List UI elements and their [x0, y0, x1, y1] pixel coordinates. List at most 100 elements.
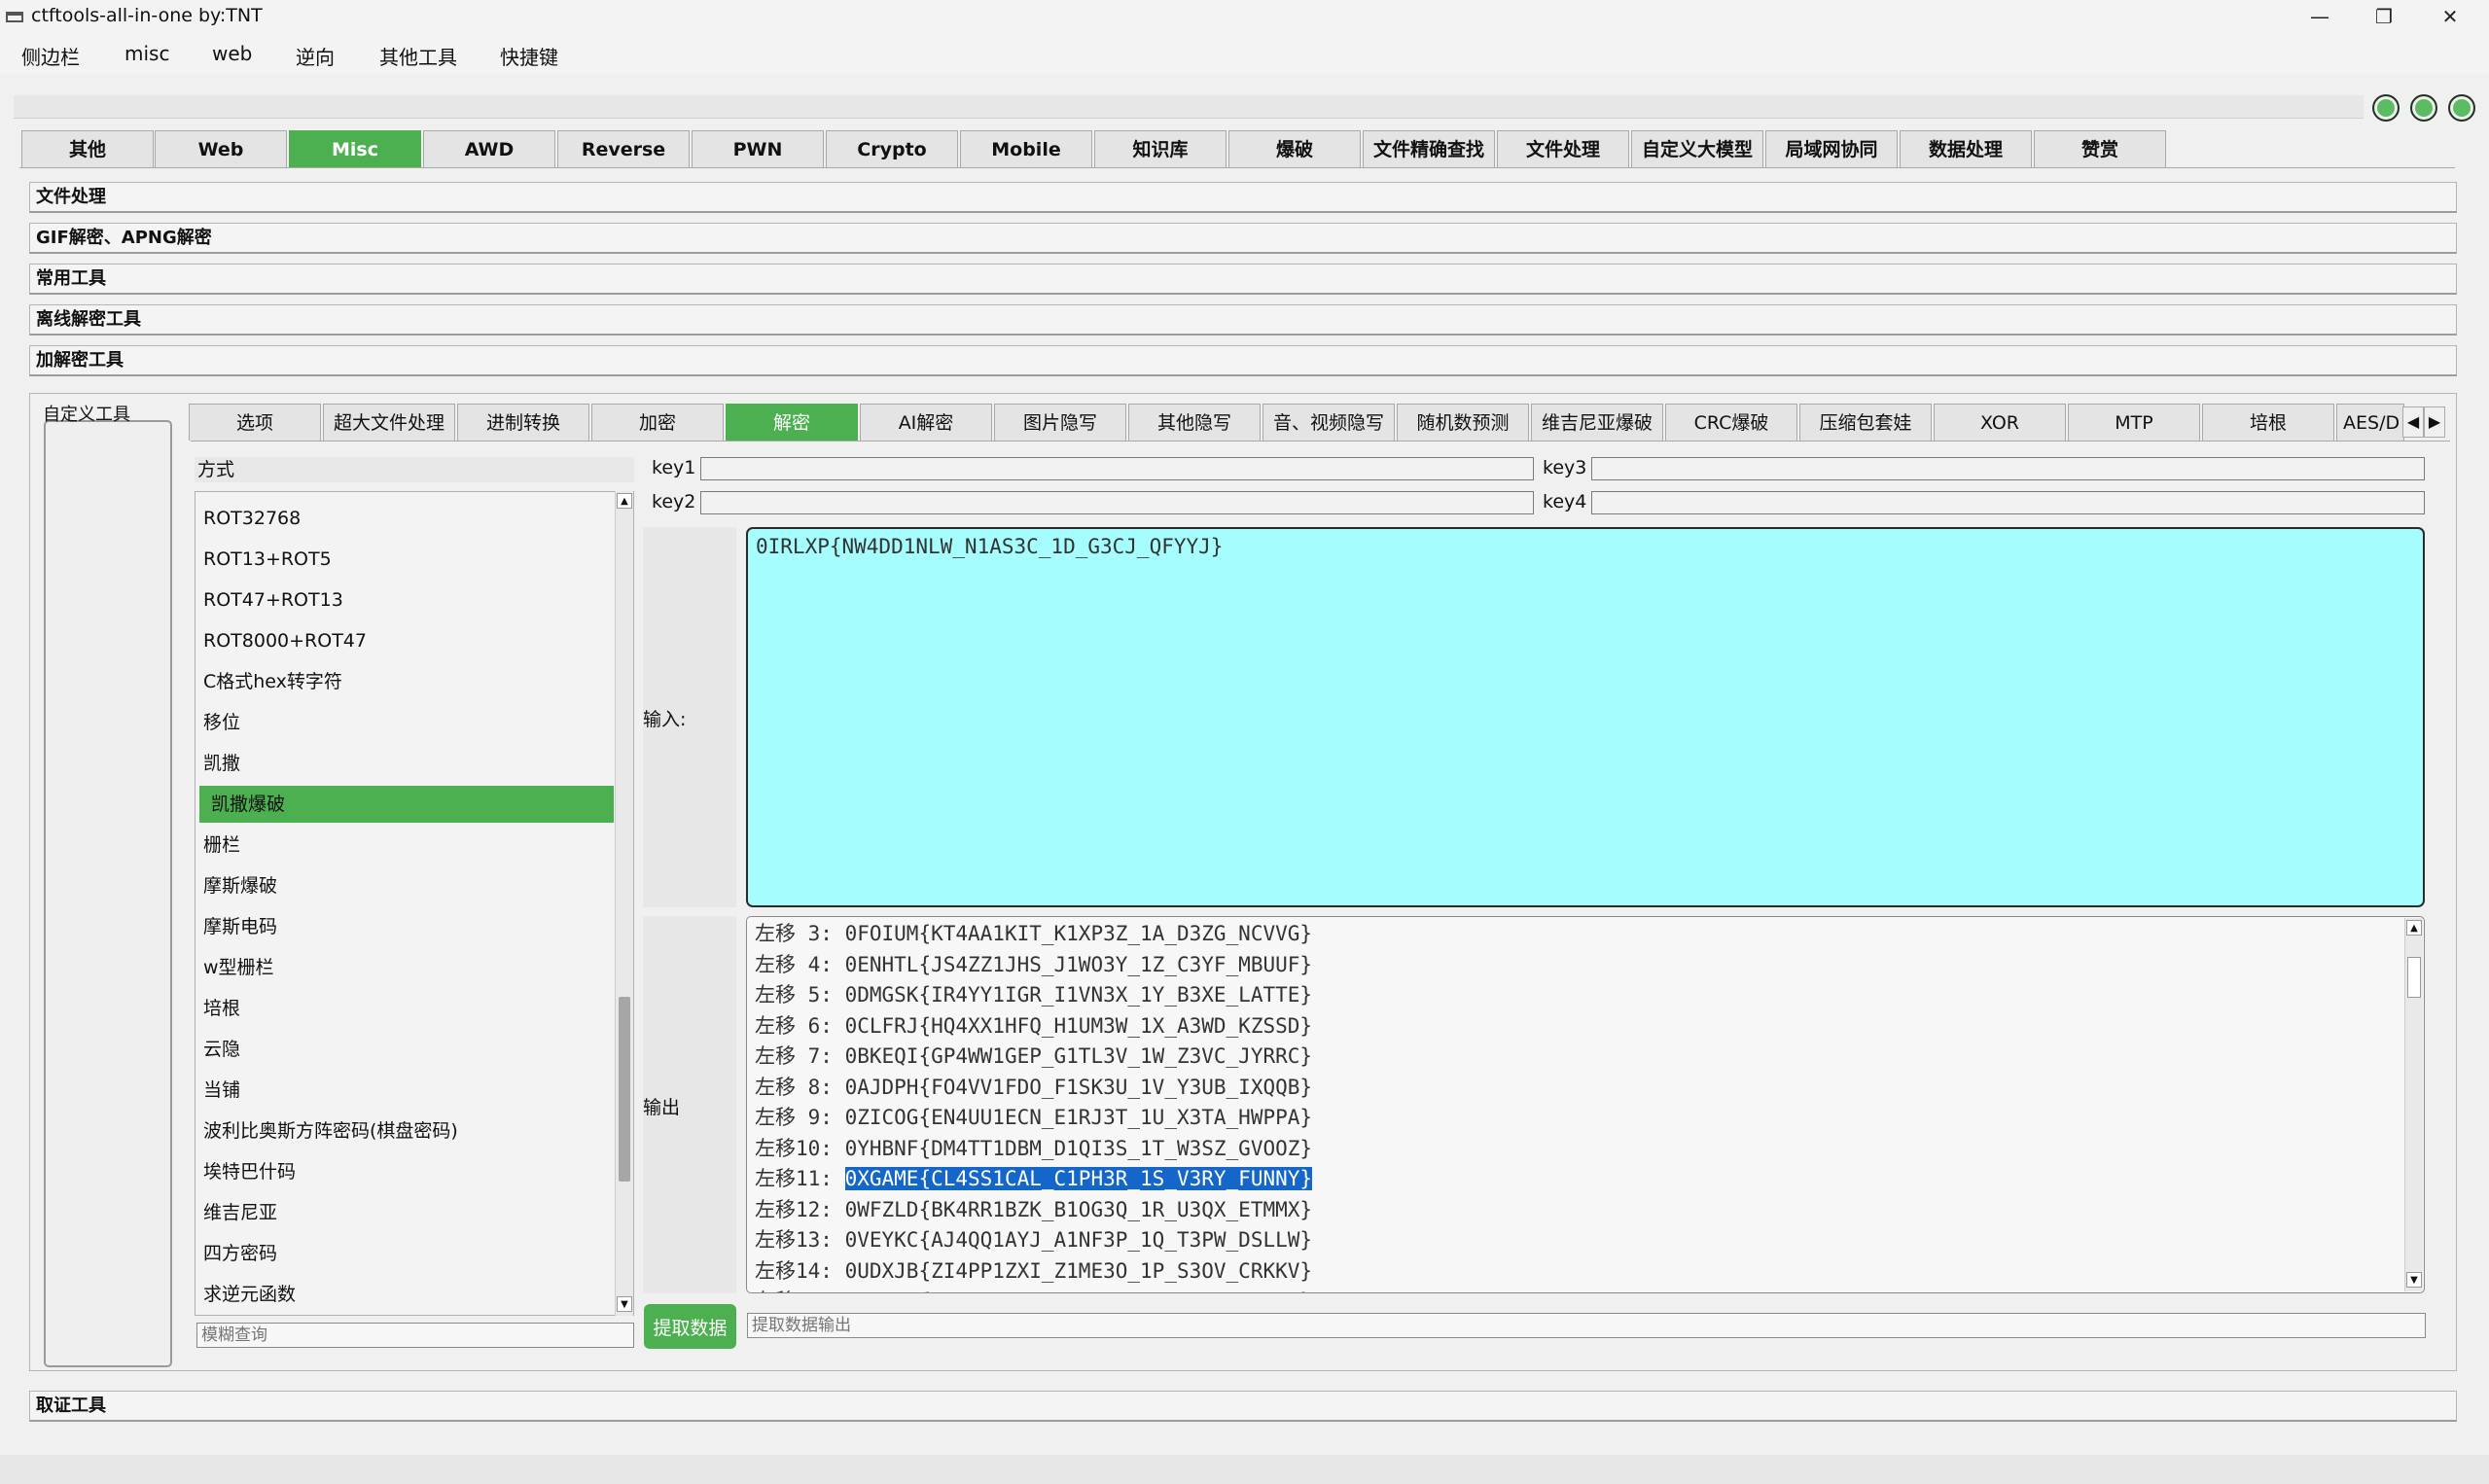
output-line-value: 0ZICOG{EN4UU1ECN_E1RJ3T_1U_X3TA_HWPPA} [844, 1106, 1313, 1129]
close-button[interactable]: ✕ [2420, 0, 2480, 35]
status-circle-icon[interactable] [2372, 94, 2400, 122]
output-line-value: 0XGAME{CL4SS1CAL_C1PH3R_1S_V3RY_FUNNY} [844, 1167, 1313, 1190]
method-item[interactable]: 凯撒 [199, 745, 614, 782]
method-list[interactable]: ROT32768 ROT13+ROT5 ROT47+ROT13 ROT8000+… [195, 491, 634, 1316]
section-common-tools[interactable]: 常用工具 [29, 264, 2457, 295]
extract-output-field[interactable] [747, 1313, 2426, 1338]
sub-tab[interactable]: 音、视频隐写 [1262, 404, 1395, 441]
sub-tab[interactable]: 维吉尼亚爆破 [1531, 404, 1663, 441]
method-item[interactable]: 摩斯电码 [199, 908, 614, 945]
key4-input[interactable] [1591, 491, 2425, 514]
sub-tab[interactable]: 超大文件处理 [323, 404, 455, 441]
sub-tab[interactable]: 图片隐写 [994, 404, 1126, 441]
scroll-up-icon[interactable]: ▲ [2406, 920, 2422, 936]
main-tab[interactable]: 数据处理 [1900, 130, 2032, 167]
main-tab[interactable]: Reverse [557, 130, 690, 167]
scroll-up-icon[interactable]: ▲ [617, 493, 632, 509]
menu-misc[interactable]: misc [124, 42, 169, 65]
method-item[interactable]: 求逆元函数 [199, 1276, 614, 1313]
main-tab[interactable]: 知识库 [1094, 130, 1227, 167]
sub-tab[interactable]: 进制转换 [457, 404, 589, 441]
sub-tab[interactable]: MTP [2068, 404, 2200, 441]
restore-button[interactable]: ❐ [2354, 0, 2414, 35]
sub-tab[interactable]: 加密 [591, 404, 724, 441]
method-item[interactable]: 摩斯爆破 [199, 867, 614, 904]
method-item[interactable]: 四方密码 [199, 1235, 614, 1272]
section-gif-apng[interactable]: GIF解密、APNG解密 [29, 223, 2457, 254]
sub-tab[interactable]: AES/D [2336, 404, 2404, 441]
sub-tab[interactable]: 选项 [189, 404, 321, 441]
sub-tab[interactable]: 培根 [2202, 404, 2334, 441]
scroll-down-icon[interactable]: ▼ [617, 1296, 632, 1312]
method-item[interactable]: 维吉尼亚 [199, 1194, 614, 1231]
section-crypto-tools[interactable]: 加解密工具 [29, 345, 2457, 376]
output-scrollbar[interactable]: ▲ ▼ [2404, 918, 2423, 1291]
menu-shortcuts[interactable]: 快捷键 [500, 42, 558, 70]
main-tab[interactable]: Mobile [960, 130, 1092, 167]
sub-tab[interactable]: CRC爆破 [1665, 404, 1797, 441]
tab-scroll-left-icon[interactable]: ◀ [2402, 406, 2424, 438]
section-file-processing[interactable]: 文件处理 [29, 182, 2457, 213]
key3-input[interactable] [1591, 457, 2425, 480]
custom-tools-sidebar[interactable] [44, 420, 172, 1367]
key2-input[interactable] [700, 491, 1534, 514]
status-circle-icon[interactable] [2448, 94, 2475, 122]
output-textarea[interactable]: 左移 3: 0FOIUM{KT4AA1KIT_K1XP3Z_1A_D3ZG_NC… [746, 916, 2425, 1293]
extract-data-button[interactable]: 提取数据 [644, 1304, 736, 1349]
section-offline-decrypt[interactable]: 离线解密工具 [29, 304, 2457, 336]
sub-tab[interactable]: 解密 [726, 404, 858, 441]
main-tab[interactable]: Misc [289, 130, 421, 167]
main-tab[interactable]: Web [155, 130, 287, 167]
status-circle-icon[interactable] [2410, 94, 2437, 122]
method-item[interactable]: 移位 [199, 704, 614, 741]
output-line: 左移12: 0WFZLD{BK4RR1BZK_B1OG3Q_1R_U3QX_ET… [755, 1195, 1312, 1225]
method-item[interactable]: 云隐 [199, 1031, 614, 1068]
method-item[interactable]: ROT13+ROT5 [199, 541, 614, 578]
scroll-down-icon[interactable]: ▼ [2406, 1272, 2422, 1288]
menu-reverse[interactable]: 逆向 [296, 42, 335, 70]
menu-web[interactable]: web [212, 42, 252, 65]
method-item[interactable]: w型栅栏 [199, 949, 614, 986]
output-line: 左移 9: 0ZICOG{EN4UU1ECN_E1RJ3T_1U_X3TA_HW… [755, 1103, 1312, 1133]
method-list-scrollbar[interactable]: ▲ ▼ [615, 491, 633, 1316]
scrollbar-thumb[interactable] [2407, 957, 2421, 998]
tab-scroll-right-icon[interactable]: ▶ [2424, 406, 2445, 438]
method-item[interactable]: ROT47+ROT13 [199, 582, 614, 618]
output-line-label: 左移 4: [755, 952, 833, 976]
section-forensics[interactable]: 取证工具 [29, 1391, 2457, 1422]
method-item[interactable]: 波利比奥斯方阵密码(棋盘密码) [199, 1113, 614, 1149]
menu-sidebar[interactable]: 侧边栏 [21, 42, 80, 70]
main-tab[interactable]: 其他 [21, 130, 154, 167]
sub-tab[interactable]: AI解密 [860, 404, 992, 441]
main-tab[interactable]: 文件处理 [1497, 130, 1629, 167]
output-line-value: 0CLFRJ{HQ4XX1HFQ_H1UM3W_1X_A3WD_KZSSD} [844, 1013, 1313, 1038]
main-tab[interactable]: 局域网协同 [1765, 130, 1898, 167]
sub-tab[interactable]: 随机数预测 [1397, 404, 1529, 441]
minimize-button[interactable]: — [2290, 0, 2350, 35]
main-tab[interactable]: 赞赏 [2034, 130, 2166, 167]
sub-tab[interactable]: 压缩包套娃 [1799, 404, 1932, 441]
method-item[interactable]: 凯撒爆破 [199, 786, 614, 823]
sub-tab[interactable]: XOR [1934, 404, 2066, 441]
menu-other-tools[interactable]: 其他工具 [379, 42, 457, 70]
scrollbar-thumb[interactable] [619, 997, 630, 1182]
method-item[interactable]: 埃特巴什码 [199, 1153, 614, 1190]
key1-input[interactable] [700, 457, 1534, 480]
output-line-label: 左移 3: [755, 922, 833, 945]
method-item[interactable]: ROT8000+ROT47 [199, 622, 614, 659]
method-item[interactable]: ROT32768 [199, 500, 614, 537]
fuzzy-search-input[interactable] [196, 1323, 634, 1348]
main-tab[interactable]: PWN [692, 130, 824, 167]
main-tab[interactable]: 文件精确查找 [1363, 130, 1495, 167]
sub-tab[interactable]: 其他隐写 [1128, 404, 1261, 441]
input-textarea[interactable]: 0IRLXP{NW4DD1NLW_N1AS3C_1D_G3CJ_QFYYJ} [746, 527, 2425, 907]
method-item[interactable]: C格式hex转字符 [199, 663, 614, 700]
output-line-value: 0FOIUM{KT4AA1KIT_K1XP3Z_1A_D3ZG_NCVVG} [844, 922, 1313, 945]
main-tab[interactable]: 自定义大模型 [1631, 130, 1763, 167]
main-tab[interactable]: Crypto [826, 130, 958, 167]
main-tab[interactable]: 爆破 [1228, 130, 1361, 167]
method-item[interactable]: 培根 [199, 990, 614, 1027]
method-item[interactable]: 栅栏 [199, 827, 614, 864]
main-tab[interactable]: AWD [423, 130, 555, 167]
method-item[interactable]: 当铺 [199, 1072, 614, 1109]
